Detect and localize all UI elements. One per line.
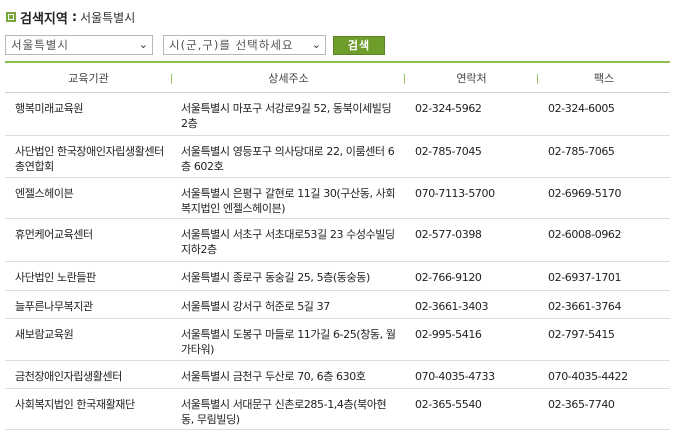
- institution-name: 사회복지법인 한국재활재단: [15, 398, 135, 411]
- institution-name: 엔젤스헤이븐: [15, 187, 74, 200]
- institution-phone: 02-324-5962: [415, 102, 482, 115]
- institution-fax: 070-4035-4422: [548, 370, 628, 383]
- institution-address: 서울특별시 서대문구 신촌로285-1,4층(북아현동, 무림빌딩): [181, 398, 387, 426]
- institution-address: 서울특별시 마포구 서강로9길 52, 동북이세빌딩 2층: [181, 102, 392, 130]
- institution-phone: 02-785-7045: [415, 145, 482, 158]
- institution-fax: 02-6969-5170: [548, 187, 622, 200]
- filter-bar: 서울특별시 ⌄ 시(군,구)를 선택하세요 ⌄ 검색: [5, 35, 385, 55]
- institution-address: 서울특별시 종로구 동숭길 25, 5층(동숭동): [181, 271, 370, 284]
- institution-phone: 070-4035-4733: [415, 370, 495, 383]
- institution-phone: 02-766-9120: [415, 271, 482, 284]
- column-header-phone: 연락처: [405, 63, 538, 92]
- institution-phone: 02-365-5540: [415, 398, 482, 411]
- institution-name: 늘푸른나무복지관: [15, 300, 93, 313]
- institution-address: 서울특별시 도봉구 마들로 11가길 6-25(창동, 월가타워): [181, 328, 396, 356]
- chevron-down-icon: ⌄: [138, 38, 148, 51]
- search-region-title: 검색지역: [20, 11, 68, 27]
- district-select[interactable]: 시(군,구)를 선택하세요 ⌄: [163, 35, 326, 55]
- institution-phone: 02-995-5416: [415, 328, 482, 341]
- header-colon: :: [71, 9, 78, 25]
- table-row: 휴먼케어교육센터 서울특별시 서초구 서초대로53길 23 수성수빌딩 지하2층…: [5, 219, 670, 262]
- table-header: 교육기관 상세주소 연락처 팩스: [5, 63, 670, 93]
- institution-address: 서울특별시 서초구 서초대로53길 23 수성수빌딩 지하2층: [181, 228, 395, 256]
- table-row: 금천장애인자립생활센터 서울특별시 금천구 두산로 70, 6층 630호 07…: [5, 361, 670, 389]
- search-region-header: 검색지역 : 서울특별시: [6, 8, 136, 27]
- column-header-institution: 교육기관: [5, 63, 172, 92]
- institution-phone: 02-577-0398: [415, 228, 482, 241]
- table-row: 늘푸른나무복지관 서울특별시 강서구 허준로 5길 37 02-3661-340…: [5, 291, 670, 319]
- institution-address: 서울특별시 은평구 갈현로 11길 30(구산동, 사회복지법인 엔젤스헤이븐): [181, 187, 396, 215]
- column-header-fax: 팩스: [593, 71, 615, 85]
- institution-name: 새보람교육원: [15, 328, 74, 341]
- district-select-placeholder: 시(군,구)를 선택하세요: [169, 38, 294, 52]
- institution-table: 교육기관 상세주소 연락처 팩스 행복미래교육원 서울특별시 마포구 서강로9길…: [5, 61, 670, 430]
- city-select[interactable]: 서울특별시 ⌄: [5, 35, 153, 55]
- column-header-address: 상세주소: [172, 63, 405, 92]
- institution-address: 서울특별시 금천구 두산로 70, 6층 630호: [181, 370, 366, 383]
- institution-fax: 02-6008-0962: [548, 228, 622, 241]
- institution-phone: 02-3661-3403: [415, 300, 489, 313]
- bullet-square-icon: [6, 12, 16, 22]
- institution-fax: 02-797-5415: [548, 328, 615, 341]
- table-row: 새보람교육원 서울특별시 도봉구 마들로 11가길 6-25(창동, 월가타워)…: [5, 319, 670, 361]
- institution-name: 사단법인 노란들판: [15, 271, 96, 284]
- table-row: 행복미래교육원 서울특별시 마포구 서강로9길 52, 동북이세빌딩 2층 02…: [5, 93, 670, 136]
- chevron-down-icon: ⌄: [311, 38, 321, 51]
- table-row: 사회복지법인 한국재활재단 서울특별시 서대문구 신촌로285-1,4층(북아현…: [5, 389, 670, 430]
- institution-phone: 070-7113-5700: [415, 187, 495, 200]
- institution-name: 사단법인 한국장애인자립생활센터총연합회: [15, 145, 164, 173]
- institution-address: 서울특별시 강서구 허준로 5길 37: [181, 300, 330, 313]
- search-button[interactable]: 검색: [333, 35, 385, 55]
- table-row: 사단법인 한국장애인자립생활센터총연합회 서울특별시 영등포구 의사당대로 22…: [5, 136, 670, 178]
- institution-fax: 02-3661-3764: [548, 300, 622, 313]
- table-row: 사단법인 노란들판 서울특별시 종로구 동숭길 25, 5층(동숭동) 02-7…: [5, 262, 670, 291]
- table-row: 엔젤스헤이븐 서울특별시 은평구 갈현로 11길 30(구산동, 사회복지법인 …: [5, 178, 670, 219]
- institution-name: 휴먼케어교육센터: [15, 228, 93, 241]
- city-select-value: 서울특별시: [11, 38, 69, 52]
- selected-region-label: 서울특별시: [80, 10, 136, 25]
- institution-fax: 02-365-7740: [548, 398, 615, 411]
- institution-fax: 02-324-6005: [548, 102, 615, 115]
- institution-name: 행복미래교육원: [15, 102, 84, 115]
- institution-name: 금천장애인자립생활센터: [15, 370, 122, 383]
- institution-fax: 02-6937-1701: [548, 271, 622, 284]
- institution-address: 서울특별시 영등포구 의사당대로 22, 이룸센터 6층 602호: [181, 145, 395, 173]
- institution-fax: 02-785-7065: [548, 145, 615, 158]
